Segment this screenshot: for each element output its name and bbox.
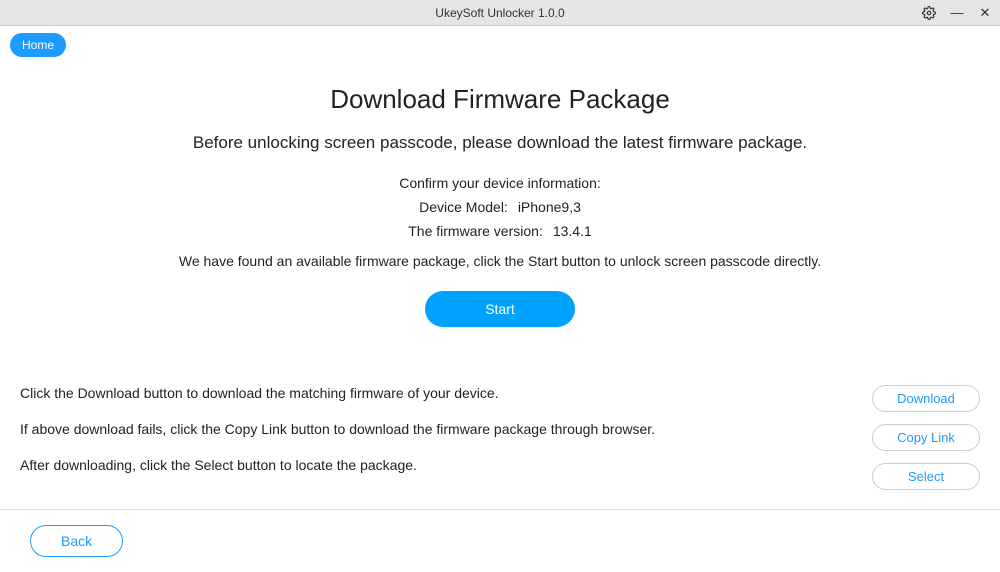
device-model-label: Device Model: [419, 199, 508, 215]
select-button[interactable]: Select [872, 463, 980, 490]
found-text: We have found an available firmware pack… [20, 253, 980, 269]
page-title: Download Firmware Package [20, 84, 980, 115]
instruction-line-2: If above download fails, click the Copy … [20, 421, 655, 437]
instruction-line-1: Click the Download button to download th… [20, 385, 655, 401]
copy-link-button[interactable]: Copy Link [872, 424, 980, 451]
window-controls: — ✕ [920, 4, 994, 22]
start-button[interactable]: Start [425, 291, 575, 327]
action-buttons: Download Copy Link Select [872, 385, 980, 490]
firmware-row: The firmware version: 13.4.1 [20, 223, 980, 239]
home-button[interactable]: Home [10, 33, 66, 57]
back-button[interactable]: Back [30, 525, 123, 557]
nav-bar: Home [0, 26, 1000, 64]
download-button[interactable]: Download [872, 385, 980, 412]
settings-icon[interactable] [920, 4, 938, 22]
device-model-value: iPhone9,3 [518, 199, 581, 215]
page-subtitle: Before unlocking screen passcode, please… [20, 133, 980, 153]
instructions-section: Click the Download button to download th… [0, 327, 1000, 490]
titlebar: UkeySoft Unlocker 1.0.0 — ✕ [0, 0, 1000, 26]
main-content: Download Firmware Package Before unlocki… [0, 64, 1000, 327]
window-title: UkeySoft Unlocker 1.0.0 [435, 6, 564, 20]
firmware-value: 13.4.1 [553, 223, 592, 239]
instructions-text: Click the Download button to download th… [20, 385, 655, 490]
close-icon[interactable]: ✕ [976, 4, 994, 22]
device-model-row: Device Model: iPhone9,3 [20, 199, 980, 215]
firmware-label: The firmware version: [408, 223, 543, 239]
confirm-label: Confirm your device information: [20, 175, 980, 191]
footer: Back [0, 509, 1000, 572]
instruction-line-3: After downloading, click the Select butt… [20, 457, 655, 473]
minimize-icon[interactable]: — [948, 4, 966, 22]
